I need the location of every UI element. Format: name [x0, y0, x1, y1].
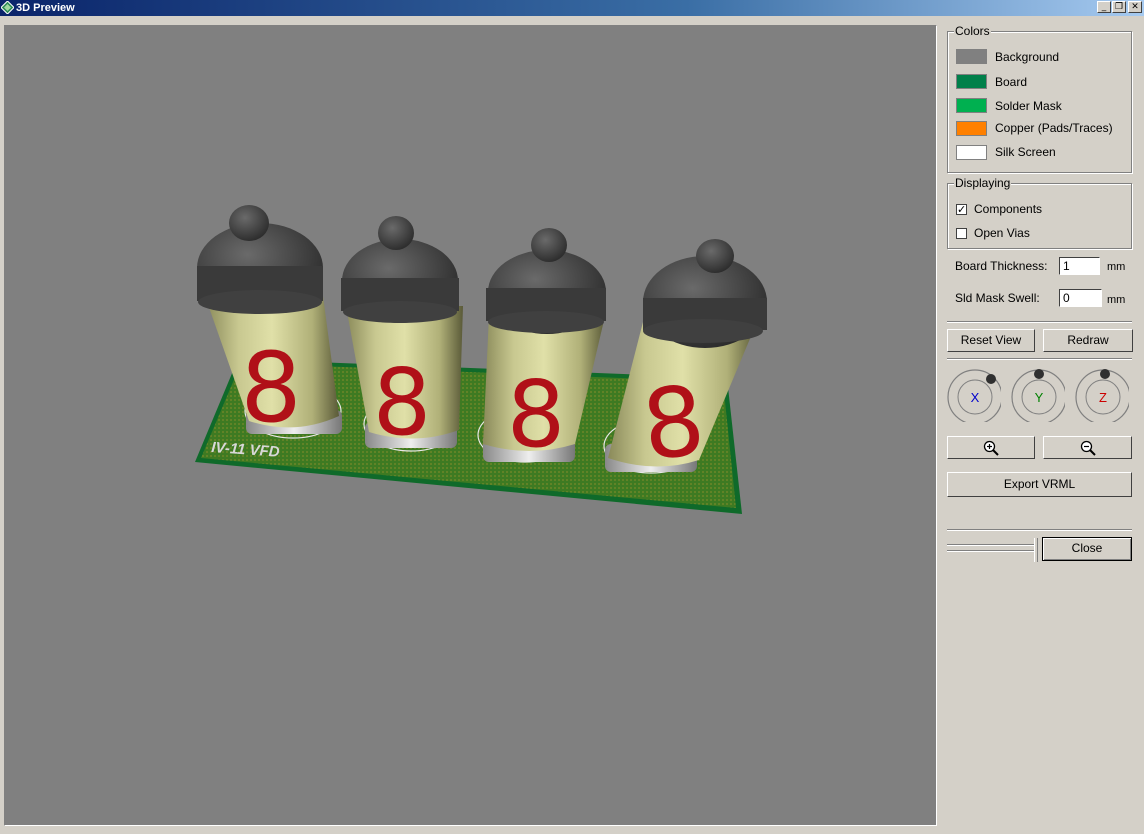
- open-vias-label[interactable]: Open Vias: [974, 226, 1030, 240]
- x-axis-label: X: [971, 390, 980, 405]
- board-color-swatch[interactable]: [956, 74, 987, 89]
- export-vrml-button[interactable]: Export VRML: [947, 472, 1132, 497]
- silk-screen-color-swatch[interactable]: [956, 145, 987, 160]
- z-axis-label: Z: [1099, 390, 1107, 405]
- tube-digit: 8: [507, 361, 566, 468]
- title-bar: 3D Preview _ ❐ ✕: [0, 0, 1144, 16]
- displaying-group-title: Displaying: [954, 176, 1012, 190]
- components-label[interactable]: Components: [974, 202, 1042, 216]
- background-color-label: Background: [995, 50, 1060, 64]
- copper-color-swatch[interactable]: [956, 121, 987, 136]
- open-vias-checkbox[interactable]: [956, 228, 967, 239]
- app-icon: [1, 1, 14, 14]
- displaying-group: Displaying ✓ Components Open Vias: [947, 176, 1132, 249]
- zoom-out-icon: [1080, 440, 1096, 456]
- separator: [947, 321, 1132, 323]
- 3d-viewport[interactable]: IV-11 VFD 8 8 8 8: [4, 25, 937, 826]
- silk-screen-color-label: Silk Screen: [995, 145, 1056, 159]
- board-render: IV-11 VFD 8 8 8 8: [195, 205, 767, 514]
- copper-color-label: Copper (Pads/Traces): [995, 121, 1113, 135]
- colors-group: Colors Background Board Solder Mask Copp…: [947, 24, 1132, 173]
- board-thickness-unit: mm: [1107, 261, 1126, 273]
- redraw-button[interactable]: Redraw: [1043, 329, 1133, 352]
- rotate-x-dial[interactable]: X: [947, 368, 1001, 422]
- solder-mask-color-label: Solder Mask: [995, 99, 1062, 113]
- zoom-out-button[interactable]: [1043, 436, 1132, 459]
- window-title: 3D Preview: [16, 2, 75, 14]
- vfd-tube: 8: [605, 239, 767, 482]
- rotate-z-dial[interactable]: Z: [1075, 368, 1129, 422]
- rotate-y-dial[interactable]: Y: [1011, 368, 1065, 422]
- separator: [947, 358, 1132, 360]
- separator: [947, 529, 1132, 531]
- zoom-in-button[interactable]: [947, 436, 1035, 459]
- reset-view-button[interactable]: Reset View: [947, 329, 1035, 352]
- board-thickness-label: Board Thickness:: [955, 259, 1048, 273]
- restore-button[interactable]: ❐: [1112, 1, 1126, 13]
- sld-mask-swell-unit: mm: [1107, 294, 1126, 306]
- minimize-button[interactable]: _: [1097, 1, 1111, 13]
- close-button[interactable]: Close: [1042, 537, 1132, 561]
- zoom-in-icon: [983, 440, 999, 456]
- close-window-button[interactable]: ✕: [1128, 1, 1142, 13]
- board-color-label: Board: [995, 75, 1028, 89]
- slider-track-lower: [947, 550, 1035, 552]
- board-thickness-input[interactable]: 1: [1059, 257, 1100, 275]
- tube-digit: 8: [373, 349, 432, 456]
- components-checkbox[interactable]: ✓: [956, 204, 967, 215]
- sld-mask-swell-input[interactable]: 0: [1059, 289, 1102, 307]
- slider-divider: [1034, 538, 1038, 562]
- sld-mask-swell-label: Sld Mask Swell:: [955, 291, 1040, 305]
- tube-digit: 8: [240, 332, 301, 444]
- colors-group-title: Colors: [954, 24, 991, 38]
- y-axis-label: Y: [1035, 390, 1044, 405]
- slider-track[interactable]: [947, 544, 1035, 546]
- tube-digit: 8: [637, 364, 709, 482]
- solder-mask-color-swatch[interactable]: [956, 98, 987, 113]
- background-color-swatch[interactable]: [956, 49, 987, 64]
